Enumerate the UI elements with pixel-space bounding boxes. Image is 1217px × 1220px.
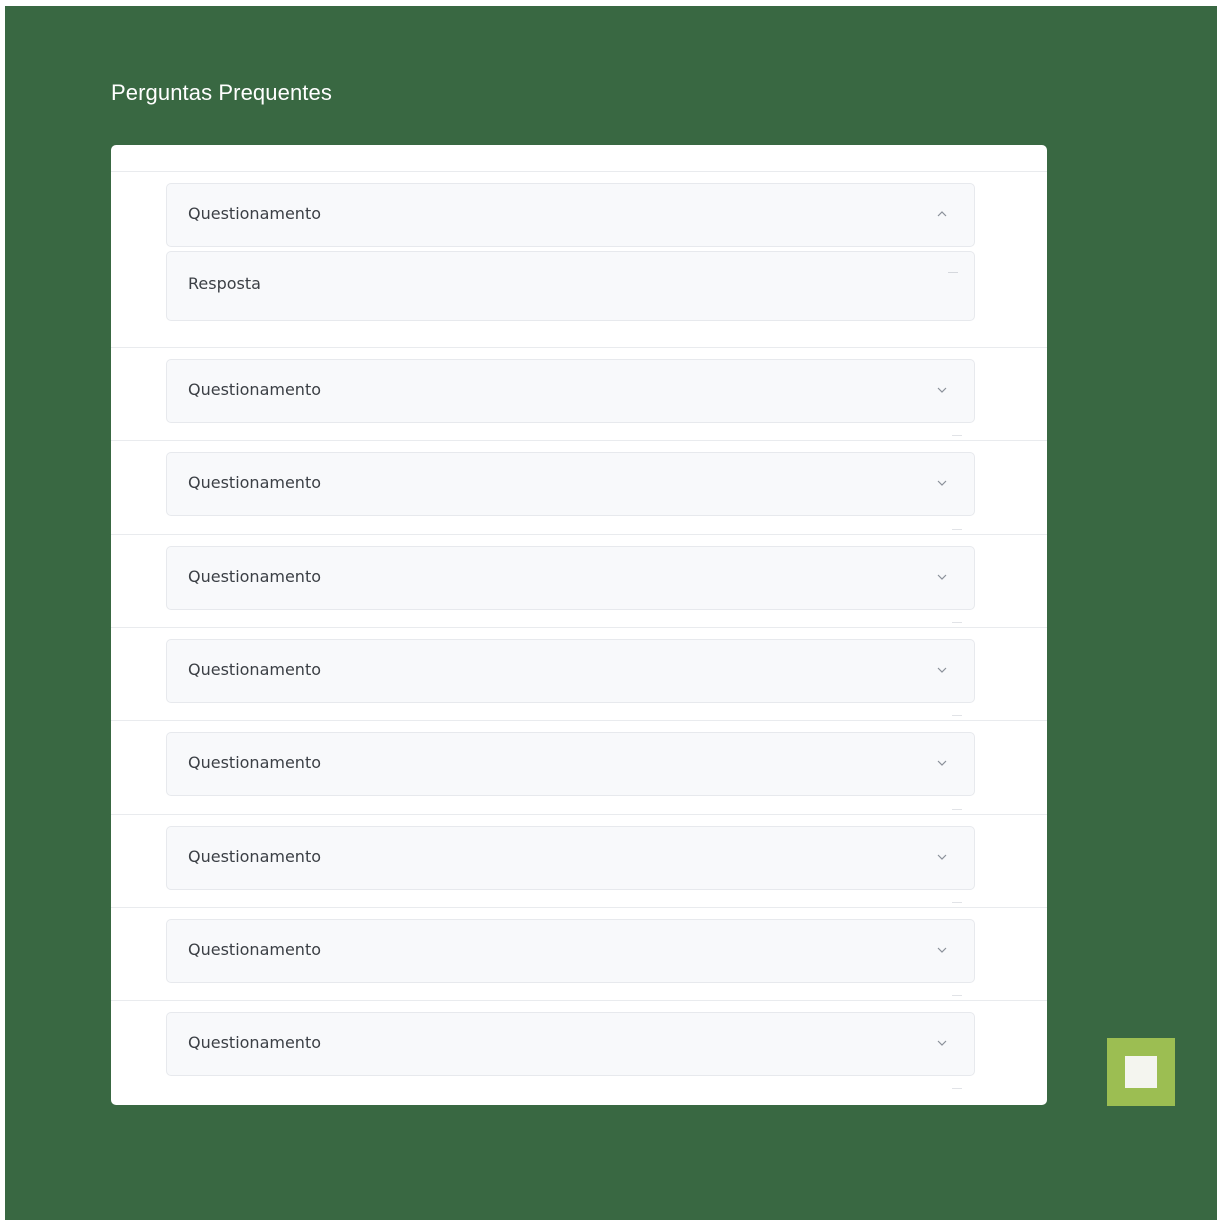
chevron-down-icon bbox=[934, 849, 950, 865]
chevron-down-icon bbox=[934, 662, 950, 678]
faq-card: Questionamento Resposta Questionamento Q… bbox=[111, 145, 1047, 1105]
page-title: Perguntas Prequentes bbox=[111, 80, 332, 105]
scroll-to-top-icon bbox=[1125, 1056, 1157, 1088]
tick-mark bbox=[952, 902, 962, 903]
tick-mark bbox=[952, 1088, 962, 1089]
faq-item-2: Questionamento bbox=[111, 347, 1047, 440]
tick-mark bbox=[952, 622, 962, 623]
scroll-to-top-button[interactable] bbox=[1107, 1038, 1175, 1106]
faq-question-button-9[interactable]: Questionamento bbox=[166, 1012, 975, 1076]
faq-item-7: Questionamento bbox=[111, 814, 1047, 907]
faq-question-button-2[interactable]: Questionamento bbox=[166, 359, 975, 423]
faq-question-text: Questionamento bbox=[188, 660, 321, 679]
tick-mark bbox=[952, 995, 962, 996]
chevron-down-icon bbox=[934, 382, 950, 398]
chevron-up-icon bbox=[934, 206, 950, 222]
faq-question-button-1[interactable]: Questionamento bbox=[166, 183, 975, 247]
chevron-down-icon bbox=[934, 755, 950, 771]
tick-mark bbox=[952, 529, 962, 530]
tick-mark bbox=[952, 435, 962, 436]
faq-question-text: Questionamento bbox=[188, 567, 321, 586]
faq-question-text: Questionamento bbox=[188, 473, 321, 492]
faq-item-1: Questionamento Resposta bbox=[111, 171, 1047, 347]
faq-question-button-6[interactable]: Questionamento bbox=[166, 732, 975, 796]
faq-question-text: Questionamento bbox=[188, 204, 321, 223]
faq-item-5: Questionamento bbox=[111, 627, 1047, 720]
faq-question-button-4[interactable]: Questionamento bbox=[166, 546, 975, 610]
faq-answer-panel-1: Resposta bbox=[166, 251, 975, 321]
faq-item-9: Questionamento bbox=[111, 1000, 1047, 1105]
faq-question-button-8[interactable]: Questionamento bbox=[166, 919, 975, 983]
faq-question-button-3[interactable]: Questionamento bbox=[166, 452, 975, 516]
faq-page: Perguntas Prequentes Questionamento Resp… bbox=[5, 6, 1217, 1220]
faq-item-3: Questionamento bbox=[111, 440, 1047, 534]
faq-item-4: Questionamento bbox=[111, 534, 1047, 627]
tick-mark bbox=[952, 809, 962, 810]
faq-item-8: Questionamento bbox=[111, 907, 1047, 1000]
faq-question-button-5[interactable]: Questionamento bbox=[166, 639, 975, 703]
chevron-down-icon bbox=[934, 942, 950, 958]
faq-question-text: Questionamento bbox=[188, 380, 321, 399]
faq-question-text: Questionamento bbox=[188, 847, 321, 866]
chevron-down-icon bbox=[934, 475, 950, 491]
faq-question-text: Questionamento bbox=[188, 1033, 321, 1052]
chevron-down-icon bbox=[934, 1035, 950, 1051]
faq-item-6: Questionamento bbox=[111, 720, 1047, 814]
faq-question-button-7[interactable]: Questionamento bbox=[166, 826, 975, 890]
faq-question-text: Questionamento bbox=[188, 940, 321, 959]
answer-divider bbox=[948, 272, 958, 273]
tick-mark bbox=[952, 715, 962, 716]
faq-question-text: Questionamento bbox=[188, 753, 321, 772]
faq-answer-text: Resposta bbox=[188, 274, 261, 293]
chevron-down-icon bbox=[934, 569, 950, 585]
